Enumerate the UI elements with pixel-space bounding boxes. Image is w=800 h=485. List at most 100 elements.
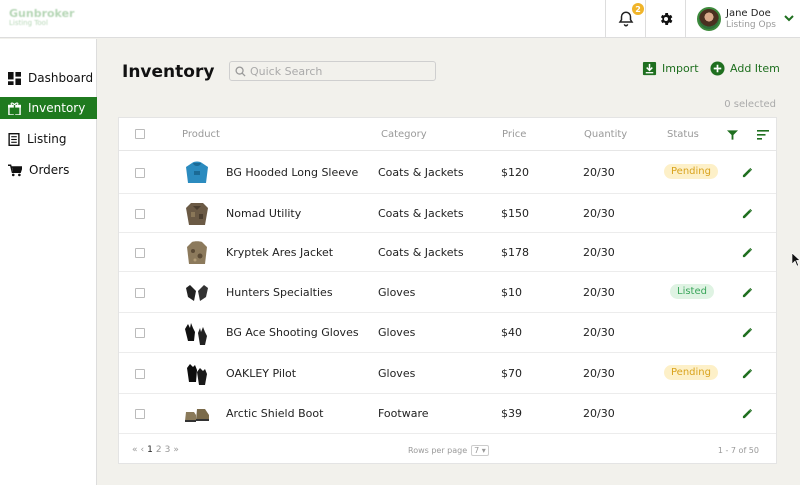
- add-item-button[interactable]: Add Item: [710, 61, 780, 76]
- table-row[interactable]: Kryptek Ares Jacket Coats & Jackets $178…: [119, 233, 776, 272]
- rows-per-page: Rows per page 7 ▾: [408, 445, 489, 456]
- user-name: Jane Doe: [726, 8, 771, 20]
- product-thumbnail: [182, 318, 212, 348]
- product-quantity: 20/30: [583, 245, 615, 259]
- edit-pencil-icon[interactable]: [742, 287, 753, 298]
- table-header: Product Category Price Quantity Status: [119, 118, 776, 151]
- product-category: Coats & Jackets: [378, 206, 464, 220]
- product-price: $70: [501, 366, 522, 380]
- product-price: $120: [501, 165, 529, 179]
- sidebar-item-label: Listing: [27, 132, 67, 146]
- row-checkbox[interactable]: [135, 247, 145, 258]
- page-2[interactable]: 2: [156, 445, 162, 455]
- notifications-button[interactable]: 2: [605, 0, 645, 38]
- edit-pencil-icon[interactable]: [742, 408, 753, 419]
- product-quantity: 20/30: [583, 407, 615, 420]
- avatar: [697, 7, 721, 31]
- filter-icon[interactable]: [727, 130, 738, 140]
- import-icon: [642, 61, 657, 76]
- last-page-icon[interactable]: »: [173, 445, 179, 455]
- sidebar-item-inventory[interactable]: Inventory: [0, 97, 97, 119]
- product-quantity: 20/30: [583, 326, 615, 339]
- sidebar-item-orders[interactable]: Orders: [0, 159, 97, 181]
- product-name: Kryptek Ares Jacket: [226, 245, 334, 259]
- plus-circle-icon: [710, 61, 725, 76]
- sort-icon[interactable]: [757, 130, 769, 140]
- sidebar-item-listing[interactable]: Listing: [0, 128, 97, 150]
- edit-pencil-icon[interactable]: [742, 368, 753, 379]
- sidebar-item-label: Dashboard: [28, 71, 94, 85]
- product-price: $10: [501, 285, 522, 299]
- row-checkbox[interactable]: [135, 167, 145, 178]
- select-all-checkbox[interactable]: [135, 129, 145, 139]
- product-thumbnail: [182, 199, 212, 229]
- product-name: Nomad Utility: [226, 206, 302, 220]
- product-category: Coats & Jackets: [378, 245, 464, 259]
- mouse-cursor-icon: [792, 253, 800, 266]
- gear-icon: [660, 13, 672, 25]
- first-page-icon[interactable]: «: [132, 445, 138, 455]
- search-input[interactable]: Quick Search: [229, 61, 436, 81]
- chevron-down-icon[interactable]: [784, 14, 794, 22]
- status-badge: Pending: [664, 163, 718, 179]
- column-category[interactable]: Category: [381, 129, 427, 140]
- edit-pencil-icon[interactable]: [742, 327, 753, 338]
- row-checkbox[interactable]: [135, 287, 145, 298]
- logo-title: Gunbroker: [9, 7, 75, 20]
- import-button[interactable]: Import: [642, 61, 699, 76]
- sidebar-item-label: Inventory: [28, 101, 86, 115]
- column-price[interactable]: Price: [502, 129, 526, 140]
- table-row[interactable]: Hunters Specialties Gloves $10 20/30 Lis…: [119, 272, 776, 313]
- table-row[interactable]: Arctic Shield Boot Footware $39 20/30: [119, 394, 776, 434]
- row-checkbox[interactable]: [135, 328, 145, 338]
- sidebar-item-dashboard[interactable]: Dashboard: [0, 67, 97, 89]
- column-status[interactable]: Status: [667, 129, 699, 140]
- top-bar: Gunbroker Listing Tool 2 Jane Doe Listin…: [0, 0, 800, 38]
- edit-pencil-icon[interactable]: [742, 167, 753, 178]
- product-thumbnail: [182, 278, 212, 308]
- user-role: Listing Ops: [726, 19, 776, 30]
- product-category: Footware: [378, 407, 429, 420]
- row-checkbox[interactable]: [135, 208, 145, 219]
- app-logo[interactable]: Gunbroker Listing Tool: [9, 8, 74, 27]
- product-thumbnail: [182, 238, 212, 268]
- gift-icon: [8, 101, 21, 115]
- column-product[interactable]: Product: [182, 129, 220, 140]
- user-menu[interactable]: Jane Doe Listing Ops: [685, 0, 800, 38]
- inventory-table: Product Category Price Quantity Status B…: [118, 117, 777, 464]
- row-checkbox[interactable]: [135, 368, 145, 379]
- import-label: Import: [662, 62, 699, 75]
- edit-pencil-icon[interactable]: [742, 247, 753, 258]
- product-price: $178: [501, 245, 529, 259]
- cart-icon: [8, 164, 22, 176]
- product-price: $39: [501, 407, 522, 420]
- product-category: Gloves: [378, 285, 416, 299]
- column-quantity[interactable]: Quantity: [584, 129, 627, 140]
- sidebar: Dashboard Inventory Listing Orders: [0, 39, 97, 485]
- product-category: Gloves: [378, 366, 416, 380]
- product-name: Hunters Specialties: [226, 285, 333, 299]
- settings-button[interactable]: [645, 0, 685, 38]
- product-price: $40: [501, 326, 522, 339]
- table-row[interactable]: BG Hooded Long Sleeve Coats & Jackets $1…: [119, 151, 776, 194]
- table-row[interactable]: Nomad Utility Coats & Jackets $150 20/30: [119, 194, 776, 233]
- table-row[interactable]: BG Ace Shooting Gloves Gloves $40 20/30: [119, 313, 776, 353]
- page-3[interactable]: 3: [165, 445, 171, 455]
- pagination: « ‹ 1 2 3 »: [132, 445, 179, 455]
- edit-pencil-icon[interactable]: [742, 208, 753, 219]
- product-name: Arctic Shield Boot: [226, 407, 324, 420]
- rows-per-page-value: 7: [474, 446, 480, 455]
- page-1[interactable]: 1: [147, 445, 153, 455]
- dashboard-icon: [8, 71, 21, 85]
- row-checkbox[interactable]: [135, 409, 145, 419]
- add-item-label: Add Item: [730, 62, 780, 75]
- logo-subtitle: Listing Tool: [9, 19, 48, 27]
- product-quantity: 20/30: [583, 165, 615, 179]
- prev-page-icon[interactable]: ‹: [141, 445, 145, 455]
- search-icon: [235, 65, 246, 77]
- rows-per-page-select[interactable]: 7 ▾: [471, 445, 489, 456]
- bell-icon: [618, 11, 633, 27]
- product-quantity: 20/30: [583, 285, 615, 299]
- product-thumbnail: [182, 359, 212, 389]
- table-row[interactable]: OAKLEY Pilot Gloves $70 20/30 Pending: [119, 353, 776, 394]
